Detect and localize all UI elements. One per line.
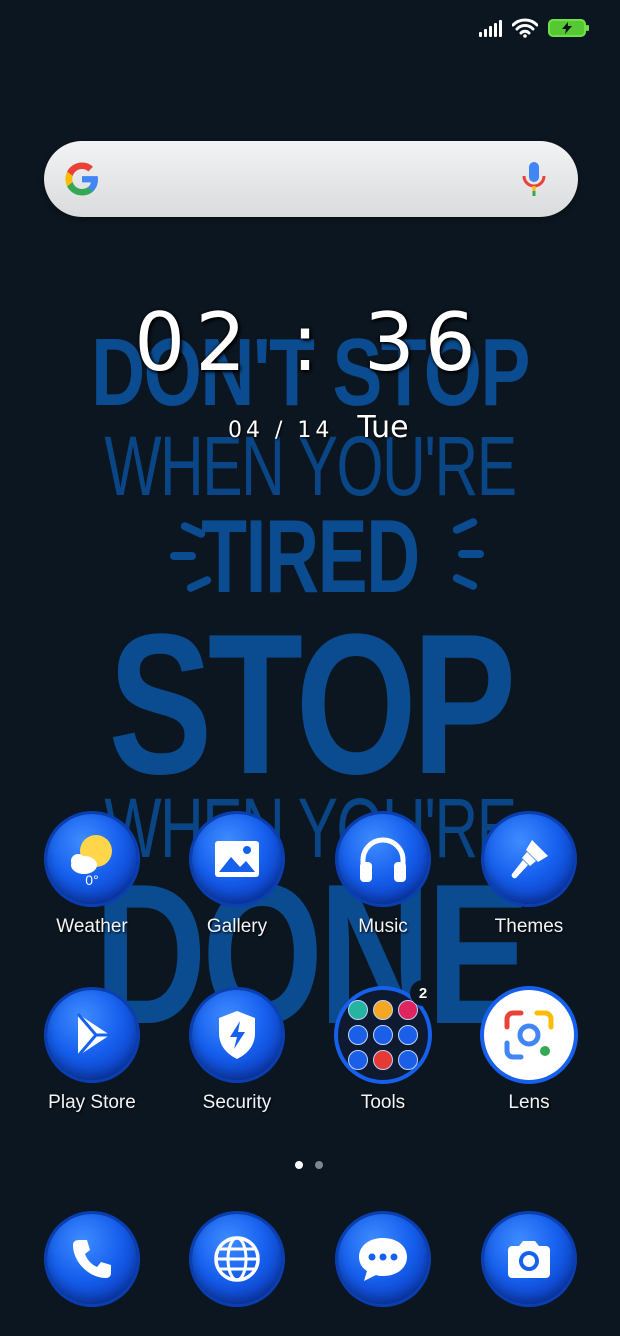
clock-weekday: Tue <box>357 410 409 445</box>
messages-icon <box>338 1214 428 1304</box>
play-store-icon <box>47 990 137 1080</box>
cell-signal-icon <box>479 19 502 37</box>
camera-icon <box>484 1214 574 1304</box>
mic-icon[interactable] <box>520 161 548 197</box>
wallpaper-dash <box>458 550 484 558</box>
app-label: Lens <box>508 1092 550 1113</box>
app-lens[interactable]: Lens <box>456 990 602 1114</box>
dock-messages[interactable] <box>310 1214 456 1304</box>
wifi-icon <box>512 18 538 38</box>
app-label: Weather <box>56 916 128 937</box>
app-label: Play Store <box>48 1092 136 1113</box>
app-label: Themes <box>494 916 564 937</box>
page-dot <box>315 1161 323 1169</box>
google-search-bar[interactable] <box>44 141 578 217</box>
weather-temp: 0° <box>85 872 99 888</box>
app-music[interactable]: Music <box>310 814 456 938</box>
gallery-icon <box>192 814 282 904</box>
app-play-store[interactable]: Play Store <box>19 990 165 1114</box>
wallpaper-line: TIRED <box>201 499 420 615</box>
wallpaper-dash <box>185 574 213 594</box>
folder-icon: 2 <box>338 980 436 1080</box>
shield-icon <box>192 990 282 1080</box>
battery-charging-icon <box>548 19 589 37</box>
folder-app-grid <box>348 1000 418 1070</box>
status-bar <box>479 16 589 40</box>
headphones-icon <box>338 814 428 904</box>
app-gallery[interactable]: Gallery <box>164 814 310 938</box>
dock-browser[interactable] <box>164 1214 310 1304</box>
page-indicator <box>295 1161 323 1169</box>
wallpaper-dash <box>451 572 479 592</box>
app-label: Tools <box>360 1092 406 1113</box>
page-dot-active <box>295 1161 303 1169</box>
app-label: Gallery <box>206 916 268 937</box>
wallpaper-dash <box>179 520 207 540</box>
dock-phone[interactable] <box>19 1214 165 1304</box>
wallpaper-dash <box>170 552 196 560</box>
browser-icon <box>192 1214 282 1304</box>
app-label: Music <box>358 916 408 937</box>
app-tools-folder[interactable]: 2 Tools <box>310 980 456 1114</box>
phone-icon <box>47 1214 137 1304</box>
app-weather[interactable]: 0° Weather <box>19 814 165 938</box>
weather-icon: 0° <box>47 814 137 904</box>
clock-time[interactable]: 02 : 36 <box>0 296 620 389</box>
wallpaper-line: STOP <box>108 593 516 816</box>
lens-icon <box>484 990 574 1080</box>
date-row: 04 / 14 Tue <box>228 410 409 445</box>
google-g-logo <box>65 162 98 196</box>
paintbrush-icon <box>484 814 574 904</box>
app-security[interactable]: Security <box>164 990 310 1114</box>
dock-camera[interactable] <box>456 1214 602 1304</box>
app-label: Security <box>202 1092 272 1113</box>
wallpaper-dash <box>451 516 479 536</box>
app-themes[interactable]: Themes <box>456 814 602 938</box>
clock-date: 04 / 14 <box>228 418 334 443</box>
notification-badge: 2 <box>410 980 436 1006</box>
